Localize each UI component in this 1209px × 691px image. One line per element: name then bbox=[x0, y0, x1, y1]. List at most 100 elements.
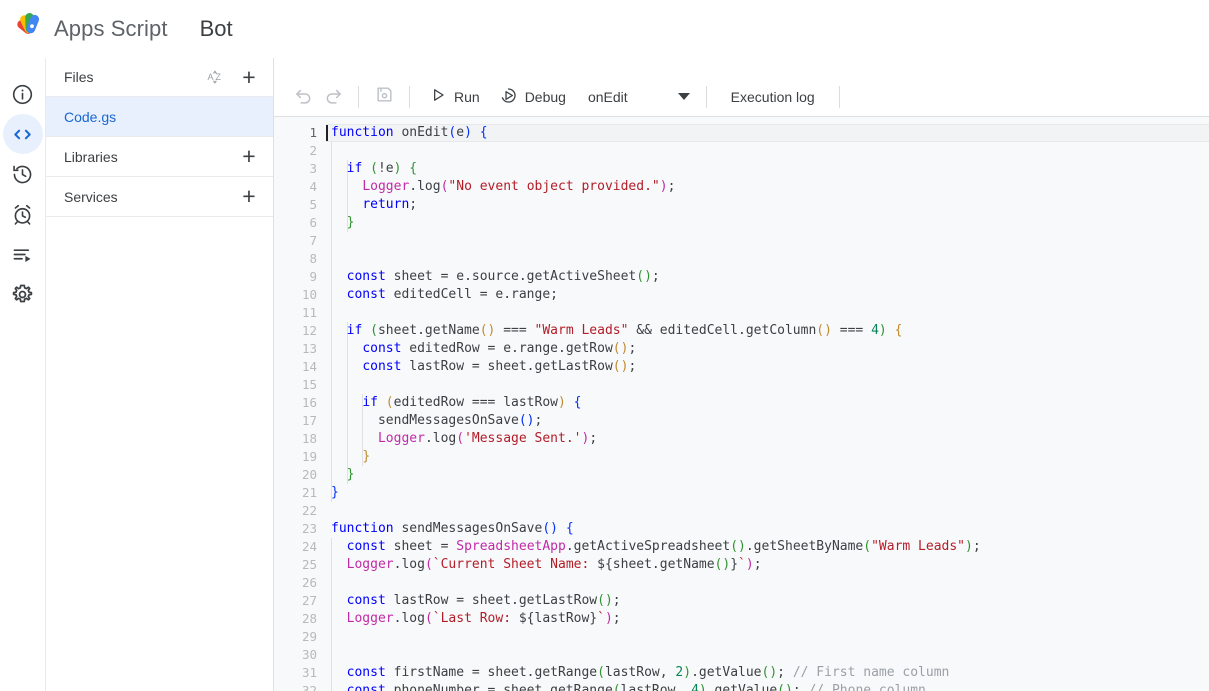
code-line[interactable]: sendMessagesOnSave(); bbox=[326, 412, 1209, 430]
code-line[interactable] bbox=[326, 574, 1209, 592]
code-line[interactable]: Logger.log(`Last Row: ${lastRow}`); bbox=[326, 610, 1209, 628]
code-token: lastRow bbox=[534, 611, 590, 626]
code-line[interactable]: } bbox=[326, 484, 1209, 502]
add-service-button[interactable]: + bbox=[239, 185, 259, 208]
code-token: ( bbox=[597, 665, 605, 680]
code-token: const bbox=[346, 593, 386, 608]
code-token: ; bbox=[409, 197, 418, 212]
line-number: 20 bbox=[301, 467, 317, 482]
navigation-rail bbox=[0, 58, 46, 691]
code-token: editedRow === lastRow bbox=[393, 395, 558, 410]
sidebar-item-project-settings[interactable] bbox=[3, 274, 43, 314]
code-line[interactable]: const sheet = SpreadsheetApp.getActiveSp… bbox=[326, 538, 1209, 556]
code-token: const bbox=[346, 269, 386, 284]
info-icon bbox=[11, 83, 34, 106]
code-line[interactable]: const phoneNumber = sheet.getRange(lastR… bbox=[326, 682, 1209, 691]
code-line[interactable] bbox=[326, 250, 1209, 268]
code-token: ) bbox=[604, 611, 613, 626]
libraries-section-header[interactable]: Libraries + bbox=[46, 137, 273, 177]
debug-label: Debug bbox=[524, 88, 566, 105]
code-line[interactable]: const lastRow = sheet.getLastRow(); bbox=[326, 358, 1209, 376]
code-content[interactable]: function onEdit(e) { if (!e) { Logger.lo… bbox=[326, 117, 1209, 691]
apps-script-logo[interactable] bbox=[8, 7, 52, 51]
sort-az-icon[interactable]: A Z bbox=[205, 67, 225, 87]
code-line[interactable] bbox=[326, 142, 1209, 160]
main-body: Files A Z + Code.gs Libraries + Services… bbox=[0, 58, 1209, 691]
redo-button[interactable] bbox=[318, 82, 348, 112]
code-token: 'Message Sent.' bbox=[464, 431, 582, 446]
sidebar-item-overview[interactable] bbox=[3, 74, 43, 114]
code-token: // Phone column bbox=[808, 683, 926, 691]
code-lines[interactable]: function onEdit(e) { if (!e) { Logger.lo… bbox=[326, 124, 1209, 691]
code-token: Logger bbox=[377, 431, 425, 446]
code-token: ; bbox=[972, 539, 981, 554]
code-token: } bbox=[589, 611, 598, 626]
code-token: () bbox=[816, 323, 832, 338]
code-line[interactable]: if (editedRow === lastRow) { bbox=[326, 394, 1209, 412]
undo-icon bbox=[294, 85, 313, 109]
code-line[interactable]: const lastRow = sheet.getLastRow(); bbox=[326, 592, 1209, 610]
code-token: { bbox=[409, 161, 418, 176]
project-name-label[interactable]: Bot bbox=[200, 16, 233, 42]
code-line[interactable]: const firstName = sheet.getRange(lastRow… bbox=[326, 664, 1209, 682]
code-line[interactable] bbox=[326, 304, 1209, 322]
code-line[interactable]: Logger.log('Message Sent.'); bbox=[326, 430, 1209, 448]
code-line[interactable]: } bbox=[326, 448, 1209, 466]
code-icon bbox=[11, 123, 34, 146]
save-button[interactable] bbox=[369, 82, 399, 112]
code-editor[interactable]: 1 2 3 4 5 6 7 8 9 10 11 12 13 14 15 16 17 18 19 20 21 22 23 24 2… bbox=[274, 117, 1209, 691]
code-line[interactable]: if (!e) { bbox=[326, 160, 1209, 178]
code-line[interactable]: const editedRow = e.range.getRow(); bbox=[326, 340, 1209, 358]
line-number: 2 bbox=[309, 143, 317, 158]
code-line[interactable] bbox=[326, 646, 1209, 664]
line-number: 1 bbox=[309, 125, 317, 140]
code-line[interactable] bbox=[326, 502, 1209, 520]
code-token: } bbox=[331, 485, 339, 500]
chevron-down-icon[interactable] bbox=[677, 93, 690, 100]
code-token: phoneNumber = sheet.getRange bbox=[385, 683, 613, 691]
files-panel-empty-space bbox=[46, 217, 273, 691]
code-line[interactable]: } bbox=[326, 214, 1209, 232]
sidebar-item-executions[interactable] bbox=[3, 234, 43, 274]
add-file-button[interactable]: + bbox=[239, 65, 259, 88]
debug-button[interactable]: Debug bbox=[490, 82, 576, 112]
undo-button[interactable] bbox=[288, 82, 318, 112]
code-line[interactable]: const editedCell = e.range; bbox=[326, 286, 1209, 304]
run-button[interactable]: Run bbox=[420, 82, 490, 112]
file-item-code-gs[interactable]: Code.gs bbox=[46, 97, 273, 137]
code-line[interactable]: Logger.log(`Current Sheet Name: ${sheet.… bbox=[326, 556, 1209, 574]
execution-log-button[interactable]: Execution log bbox=[717, 89, 829, 105]
code-line[interactable]: Logger.log("No event object provided."); bbox=[326, 178, 1209, 196]
vertical-scrollbar[interactable] bbox=[1197, 117, 1209, 691]
code-token: .getSheetByName bbox=[745, 539, 864, 554]
code-token: const bbox=[362, 359, 402, 374]
code-token: ; bbox=[628, 341, 637, 356]
sidebar-item-triggers[interactable] bbox=[3, 194, 43, 234]
code-line[interactable]: function onEdit(e) { bbox=[326, 124, 1209, 142]
code-line[interactable]: } bbox=[326, 466, 1209, 484]
sidebar-item-project-history[interactable] bbox=[3, 154, 43, 194]
code-token: ; bbox=[777, 665, 793, 680]
services-section-header[interactable]: Services + bbox=[46, 177, 273, 217]
function-selector[interactable]: onEdit bbox=[576, 89, 634, 105]
code-line[interactable] bbox=[326, 628, 1209, 646]
code-token: sendMessagesOnSave bbox=[401, 521, 543, 536]
sidebar-item-editor[interactable] bbox=[2, 114, 43, 154]
code-line[interactable]: function sendMessagesOnSave() { bbox=[326, 520, 1209, 538]
code-line[interactable]: return; bbox=[326, 196, 1209, 214]
code-line[interactable] bbox=[326, 376, 1209, 394]
add-library-button[interactable]: + bbox=[239, 145, 259, 168]
line-number: 6 bbox=[309, 215, 317, 230]
code-token: .getActiveSpreadsheet bbox=[565, 539, 731, 554]
code-token: ( bbox=[424, 557, 433, 572]
code-line[interactable]: if (sheet.getName() === "Warm Leads" && … bbox=[326, 322, 1209, 340]
run-label: Run bbox=[454, 88, 480, 105]
code-line[interactable]: const sheet = e.source.getActiveSheet(); bbox=[326, 268, 1209, 286]
code-token: ; bbox=[753, 557, 762, 572]
file-name-label: Code.gs bbox=[64, 108, 117, 125]
code-line[interactable] bbox=[326, 232, 1209, 250]
